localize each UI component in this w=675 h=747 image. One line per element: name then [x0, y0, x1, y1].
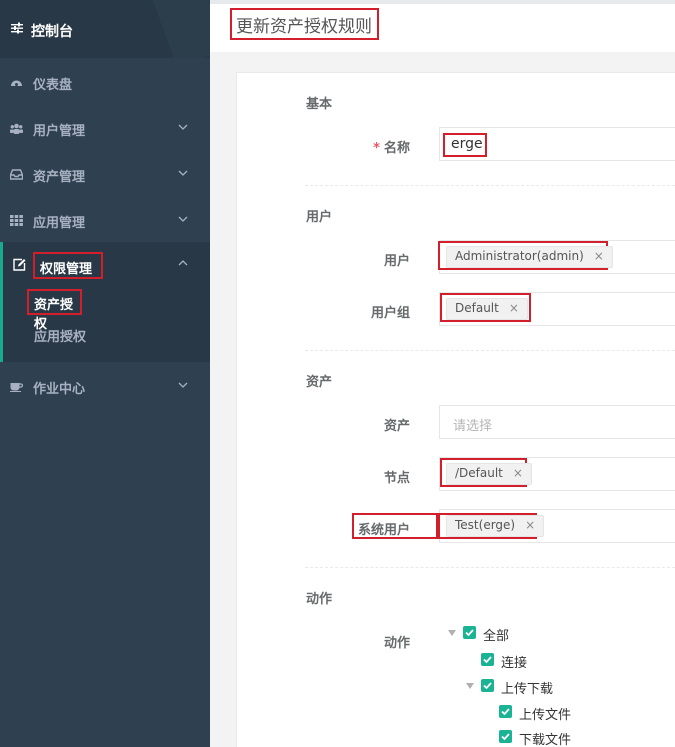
section-basic-title: 基本 — [306, 97, 333, 112]
sidebar-item-label: 资产管理 — [33, 170, 86, 185]
expand-caret-icon[interactable] — [466, 683, 474, 689]
sidebar-item-label: 仪表盘 — [33, 78, 73, 93]
sidebar-item-label: 应用管理 — [33, 216, 86, 231]
brand-label: 控制台 — [31, 24, 73, 40]
tree-label: 全部 — [483, 629, 510, 644]
sidebar-subitem-asset-permission[interactable]: 资产授权 — [27, 289, 82, 332]
divider — [305, 567, 675, 568]
users-icon — [10, 123, 23, 134]
coffee-icon — [10, 383, 23, 392]
sidebar-item-dashboard[interactable]: 仪表盘 — [0, 60, 210, 106]
assets-label: 资产 — [383, 419, 410, 434]
chevron-down-icon — [178, 216, 188, 222]
sliders-icon — [11, 22, 23, 34]
dashboard-icon — [11, 80, 22, 86]
tag-remove-icon[interactable]: × — [513, 466, 523, 480]
sidebar-brand[interactable]: 控制台 — [0, 0, 210, 58]
checkbox-all[interactable] — [463, 626, 476, 639]
sidebar-item-jobs[interactable]: 作业中心 — [0, 364, 210, 410]
page-title: 更新资产授权规则 — [230, 8, 379, 40]
sidebar-item-label: 权限管理 — [33, 252, 103, 279]
divider — [305, 185, 675, 186]
chevron-down-icon — [178, 382, 188, 388]
edit-icon — [13, 258, 26, 271]
inbox-icon — [10, 169, 23, 180]
tag-label: /Default — [455, 466, 503, 480]
system-users-label: 系统用户 — [357, 523, 410, 538]
divider — [305, 350, 675, 351]
sidebar-item-apps[interactable]: 应用管理 — [0, 198, 210, 244]
sidebar-item-assets[interactable]: 资产管理 — [0, 152, 210, 198]
chevron-up-icon — [178, 260, 188, 266]
brand-decoration — [146, 0, 210, 58]
user-groups-tag[interactable]: Default × — [446, 298, 528, 320]
chevron-down-icon — [178, 124, 188, 130]
name-label: * 名称 — [360, 137, 410, 156]
actions-label: 动作 — [383, 636, 410, 651]
tag-label: Administrator(admin) — [455, 249, 584, 263]
user-groups-label: 用户组 — [370, 306, 410, 321]
nodes-tag[interactable]: /Default × — [446, 463, 532, 485]
sidebar: 控制台 仪表盘 用户管理 资产管理 应用管理 权限管理 资产授权 应用授权 作业… — [0, 0, 210, 747]
page-header: 更新资产授权规则 — [210, 0, 675, 52]
assets-placeholder: 请选择 — [453, 419, 493, 434]
section-asset-title: 资产 — [306, 375, 333, 390]
tree-label: 上传下载 — [501, 682, 554, 697]
name-input-value: erge — [443, 133, 487, 157]
tree-label: 连接 — [501, 656, 528, 671]
tree-label: 下载文件 — [519, 733, 572, 747]
expand-caret-icon[interactable] — [448, 630, 456, 636]
checkbox-upload[interactable] — [499, 705, 512, 718]
sidebar-item-label: 用户管理 — [33, 124, 86, 139]
section-user-title: 用户 — [306, 210, 333, 225]
name-label-text: 名称 — [383, 141, 410, 156]
checkbox-connect[interactable] — [481, 653, 494, 666]
required-mark: * — [373, 141, 380, 156]
users-label: 用户 — [383, 254, 410, 269]
sidebar-item-users[interactable]: 用户管理 — [0, 106, 210, 152]
tag-remove-icon[interactable]: × — [594, 249, 604, 263]
chevron-down-icon — [178, 170, 188, 176]
grid-icon — [10, 215, 23, 226]
sidebar-item-permissions[interactable]: 权限管理 资产授权 应用授权 — [0, 242, 210, 362]
checkbox-updown[interactable] — [481, 679, 494, 692]
sidebar-item-label: 作业中心 — [33, 382, 86, 397]
tag-remove-icon[interactable]: × — [525, 518, 535, 532]
checkbox-download[interactable] — [499, 730, 512, 743]
tag-label: Default — [455, 301, 499, 315]
system-users-tag[interactable]: Test(erge) × — [446, 515, 545, 537]
users-tag[interactable]: Administrator(admin) × — [446, 246, 613, 268]
nodes-label: 节点 — [383, 471, 410, 486]
section-action-title: 动作 — [306, 592, 333, 607]
tree-label: 上传文件 — [519, 708, 572, 723]
tag-remove-icon[interactable]: × — [509, 301, 519, 315]
sidebar-subitem-app-permission[interactable]: 应用授权 — [34, 326, 86, 345]
assets-select[interactable]: 请选择 — [439, 405, 675, 439]
tag-label: Test(erge) — [455, 518, 516, 532]
